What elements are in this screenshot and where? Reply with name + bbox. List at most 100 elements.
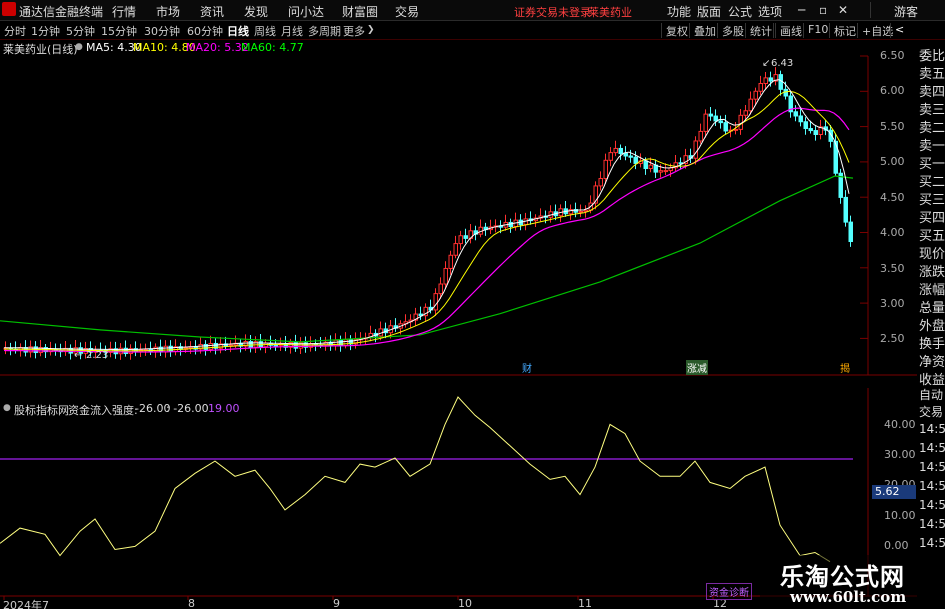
menu-xuanxiang[interactable]: 选项 [758, 3, 782, 20]
candle-body [643, 160, 648, 170]
candle-body [628, 155, 633, 158]
event-marker-jie[interactable]: 揭 [840, 360, 850, 375]
minimize-icon[interactable]: ─ [798, 3, 805, 17]
period-60min[interactable]: 60分钟 [187, 23, 223, 39]
sidebar-item[interactable]: 卖二 [919, 117, 945, 136]
sidebar-item[interactable]: 净资 [919, 351, 945, 370]
tool-tongji[interactable]: 统计 [745, 23, 776, 38]
sidebar-item[interactable]: 委比 [919, 45, 945, 64]
menu-banmian[interactable]: 版面 [697, 3, 721, 20]
period-15min[interactable]: 15分钟 [101, 23, 137, 39]
tool-duogu[interactable]: 多股 [717, 23, 748, 38]
event-marker-cai[interactable]: 财 [522, 360, 532, 375]
sidebar-item[interactable]: 涨幅 [919, 279, 945, 298]
sidebar-item[interactable]: 卖一 [919, 135, 945, 154]
sidebar-item[interactable]: 卖三 [919, 99, 945, 118]
sidebar-item[interactable]: 买一 [919, 153, 945, 172]
sidebar2-item[interactable]: 自动 [919, 386, 943, 403]
price-tick: 2.50 [880, 332, 905, 345]
tool-huaxian[interactable]: 画线 [775, 23, 806, 38]
x-label: 8 [188, 597, 195, 609]
period-more[interactable]: 更多 [343, 23, 365, 39]
capital-diagnosis-button[interactable]: 资金诊断 [706, 583, 752, 600]
close-icon[interactable]: ✕ [838, 3, 848, 17]
low-price-label: 2.23 [86, 350, 109, 361]
tool-fuquan[interactable]: 复权 [661, 23, 692, 38]
price-tick: 3.00 [880, 297, 905, 310]
quote-sidebar: 委比 卖五 卖四 卖三 卖二 卖一 买一 买二 买三 买四 买五 现价 涨跌 涨… [917, 40, 945, 388]
chart-area [0, 55, 917, 600]
sidebar-item[interactable]: 换手 [919, 333, 945, 352]
period-30min[interactable]: 30分钟 [144, 23, 180, 39]
maximize-icon[interactable]: ▫ [819, 3, 827, 17]
period-1min[interactable]: 1分钟 [31, 23, 60, 39]
watermark-title: 乐淘公式网 [780, 563, 905, 591]
watermark: 乐淘公式网 www.60lt.com [760, 555, 945, 609]
period-day[interactable]: 日线 [227, 23, 249, 39]
price-tick: 4.00 [880, 226, 905, 239]
ind-tick: 30.00 [884, 448, 916, 461]
x-ticks [3, 596, 714, 600]
x-label: 2024年7 [3, 599, 49, 609]
sidebar2-item[interactable]: 交易 [919, 403, 943, 420]
sidebar2-item: 14:56 [919, 441, 945, 455]
sidebar-item[interactable]: 现价 [919, 243, 945, 262]
event-marker-zhangjian[interactable]: 涨减 [686, 360, 708, 375]
period-fenshi[interactable]: 分时 [4, 23, 26, 39]
tool-f10[interactable]: F10 [803, 23, 832, 38]
candle-body [608, 152, 613, 161]
candle-body [438, 283, 443, 295]
candle-body [433, 293, 438, 311]
candle-body [168, 345, 173, 352]
login-notice[interactable]: 证券交易未登录 [514, 4, 591, 20]
sidebar-item[interactable]: 卖四 [919, 81, 945, 100]
menu-caifuquan[interactable]: 财富圈 [342, 3, 378, 20]
menu-zixun[interactable]: 资讯 [200, 3, 224, 20]
divider [870, 2, 871, 18]
price-tick: 6.00 [880, 84, 905, 97]
candle-body [653, 164, 658, 173]
settings-dot-icon[interactable]: ● [3, 403, 11, 413]
menu-jiaoyi[interactable]: 交易 [395, 3, 419, 20]
period-multi[interactable]: 多周期 [308, 23, 341, 39]
high-arrow-icon: ↙ [762, 58, 771, 69]
sidebar-item[interactable]: 买五 [919, 225, 945, 244]
collapse-left-button[interactable]: < [890, 23, 908, 38]
candle-body [783, 88, 788, 97]
menu-gongneng[interactable]: 功能 [667, 3, 691, 20]
menu-faxian[interactable]: 发现 [244, 3, 268, 20]
sidebar-item[interactable]: 总量 [919, 297, 945, 316]
sidebar-item[interactable]: 买二 [919, 171, 945, 190]
indicator-header: ● 股标指标网 资金流入强度: -26.00 : -26.00 19.00 [0, 402, 400, 417]
ind-tick: 40.00 [884, 418, 916, 431]
sidebar-item[interactable]: 卖五 [919, 63, 945, 82]
period-month[interactable]: 月线 [281, 23, 303, 39]
capital-inflow-line [0, 396, 831, 563]
candle-body [583, 209, 588, 212]
menu-gongshi[interactable]: 公式 [728, 3, 752, 20]
candle-body [163, 345, 168, 353]
candle-body [448, 254, 453, 269]
period-5min[interactable]: 5分钟 [66, 23, 95, 39]
period-week[interactable]: 周线 [254, 23, 276, 39]
candle-body [708, 113, 713, 117]
candle-body [733, 128, 738, 131]
price-tick: 5.50 [880, 120, 905, 133]
tool-biaoji[interactable]: 标记 [829, 23, 860, 38]
menu-shichang[interactable]: 市场 [156, 3, 180, 20]
candle-body [338, 339, 343, 347]
candlesticks [3, 67, 853, 360]
candle-body [768, 77, 773, 82]
sidebar-item[interactable]: 买四 [919, 207, 945, 226]
sidebar-item[interactable]: 外盘 [919, 315, 945, 334]
menu-hangqing[interactable]: 行情 [112, 3, 136, 20]
sidebar-item[interactable]: 买三 [919, 189, 945, 208]
candle-body [453, 243, 458, 256]
chevron-right-icon[interactable]: ❯ [367, 25, 375, 35]
candle-body [463, 235, 468, 239]
candle-body [703, 113, 708, 132]
menu-wenxiaoda[interactable]: 问小达 [288, 3, 324, 20]
tool-diejia[interactable]: 叠加 [689, 23, 720, 38]
guest-label[interactable]: 游客 [894, 3, 918, 20]
sidebar-item[interactable]: 涨跌 [919, 261, 945, 280]
